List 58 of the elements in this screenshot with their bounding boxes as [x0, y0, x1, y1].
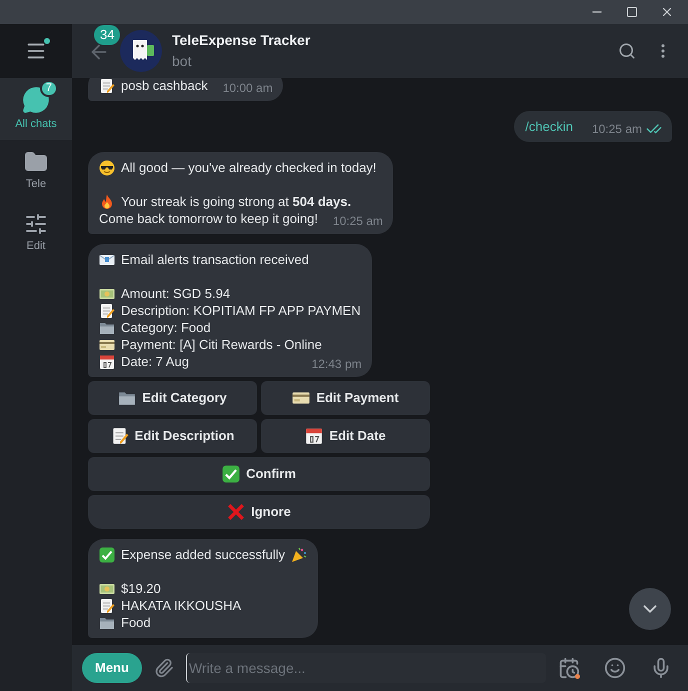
message-text: Expense added successfully — [121, 546, 286, 563]
check-mark-icon — [222, 465, 240, 483]
search-icon[interactable] — [618, 42, 636, 60]
check-mark-icon — [99, 546, 115, 562]
message-text: All good — you've already checked in today! — [121, 159, 376, 176]
message-text: HAKATA IKKOUSHA — [121, 597, 242, 614]
message-time: 12:43 pm — [312, 356, 362, 373]
folder-label: All chats — [15, 116, 57, 132]
fire-icon — [99, 194, 115, 210]
maximize-icon[interactable] — [626, 6, 638, 18]
unread-badge: 7 — [40, 80, 58, 97]
scroll-down-button[interactable] — [629, 588, 671, 630]
message-text: $19.20 — [121, 580, 161, 597]
folder-tab[interactable]: Edit — [0, 202, 72, 264]
memo-icon — [99, 302, 115, 318]
memo-icon — [110, 427, 129, 445]
folder-label: Edit — [26, 238, 46, 254]
message-text: Come back tomorrow to keep it going! — [99, 210, 318, 227]
bot-avatar — [120, 30, 162, 72]
folder-tab[interactable]: Tele — [0, 140, 72, 202]
inline-keyboard-button[interactable]: Edit Description — [88, 419, 257, 453]
calendar-icon — [99, 354, 115, 370]
message-input[interactable]: Write a message... — [186, 653, 546, 683]
message-text: Payment: [A] Citi Rewards - Online — [121, 336, 322, 353]
inline-keyboard-button[interactable]: Edit Date — [261, 419, 430, 453]
chat-title: TeleExpense Tracker — [172, 31, 312, 50]
inline-keyboard-button[interactable]: Edit Category — [88, 381, 257, 415]
close-icon[interactable] — [660, 5, 674, 19]
folder-icon — [24, 150, 48, 174]
message-text: Date: 7 Aug — [121, 353, 189, 370]
inline-keyboard-button[interactable]: Confirm — [88, 457, 430, 491]
message-text: Your streak is going strong at 504 days. — [121, 193, 352, 210]
message-text: Amount: SGD 5.94 — [121, 285, 230, 302]
message-text: Category: Food — [121, 319, 211, 336]
calendar-icon — [305, 427, 324, 445]
message-time: 10:25 am — [592, 121, 642, 138]
party-popper-icon — [291, 546, 308, 562]
message-time: 10:00 am — [222, 80, 273, 97]
memo-icon — [99, 598, 115, 614]
message-time: 10:25 am — [332, 213, 383, 230]
cross-mark-icon — [227, 503, 246, 521]
scheduled-calendar-icon[interactable] — [558, 657, 580, 679]
command-link[interactable]: /checkin — [525, 118, 573, 135]
sunglasses-face-icon — [99, 160, 115, 176]
message-text: Email alerts transaction received — [121, 251, 309, 268]
inline-keyboard-button[interactable]: Ignore — [88, 495, 430, 529]
emoji-icon[interactable] — [604, 657, 626, 679]
folder-tab[interactable]: 7 All chats — [0, 78, 72, 140]
message-text: Food — [121, 614, 151, 631]
paperclip-icon[interactable] — [154, 658, 174, 678]
message-text: posb cashback — [121, 78, 208, 94]
memo-icon — [99, 78, 115, 94]
message-text: Description: KOPITIAM FP APP PAYMEN — [121, 302, 361, 319]
sliders-icon — [24, 212, 48, 236]
inline-keyboard-button[interactable]: Edit Payment — [261, 381, 430, 415]
chat-subtitle: bot — [172, 52, 192, 71]
folder-label: Tele — [26, 176, 46, 192]
unread-count-badge: 34 — [94, 25, 120, 45]
